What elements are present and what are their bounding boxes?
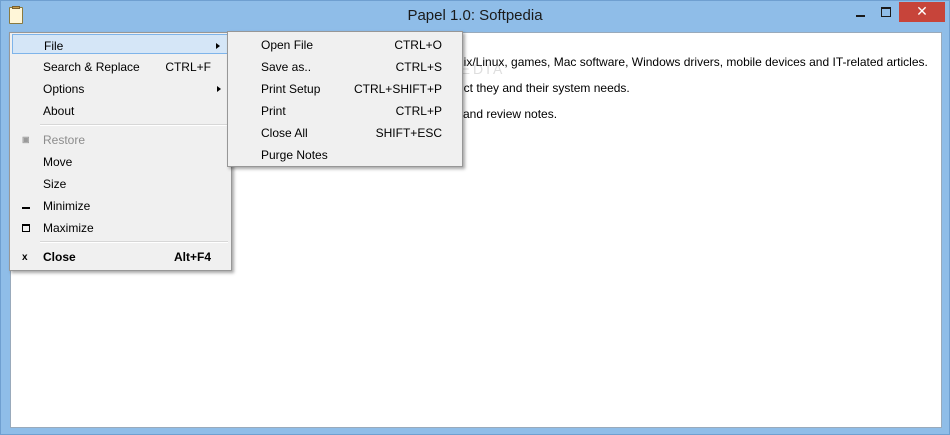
menu-separator bbox=[40, 124, 228, 126]
menu-item-label: Close bbox=[43, 250, 76, 264]
menu-item-maximize[interactable]: Maximize bbox=[12, 217, 229, 237]
menu-item-shortcut: CTRL+SHIFT+P bbox=[353, 82, 442, 96]
chevron-right-icon bbox=[217, 86, 221, 92]
menu-item-label: Search & Replace bbox=[43, 60, 140, 74]
menu-item-purge-notes[interactable]: Purge Notes bbox=[230, 143, 460, 165]
maximize-icon bbox=[22, 224, 30, 232]
menu-item-print-setup[interactable]: Print Setup CTRL+SHIFT+P bbox=[230, 77, 460, 99]
window-title: Papel 1.0: Softpedia bbox=[407, 7, 543, 24]
menu-item-label: Save as.. bbox=[261, 60, 312, 74]
menu-item-open-file[interactable]: Open File CTRL+O bbox=[230, 33, 460, 55]
menu-separator bbox=[40, 241, 228, 243]
menu-item-label: File bbox=[44, 39, 64, 53]
system-menu: File Search & Replace CTRL+F Options Abo… bbox=[9, 32, 232, 271]
file-submenu: Open File CTRL+O Save as.. CTRL+S Print … bbox=[227, 31, 463, 167]
menu-item-shortcut: CTRL+P bbox=[395, 104, 442, 118]
menu-item-move[interactable]: Move bbox=[12, 151, 229, 171]
text-line: nix/Linux, games, Mac software, Windows … bbox=[457, 55, 928, 69]
menu-item-label: About bbox=[43, 104, 75, 118]
menu-item-save-as[interactable]: Save as.. CTRL+S bbox=[230, 55, 460, 77]
menu-item-shortcut: SHIFT+ESC bbox=[375, 126, 442, 140]
chevron-right-icon bbox=[216, 43, 220, 49]
title-bar[interactable]: Papel 1.0: Softpedia ✕ bbox=[1, 1, 949, 31]
menu-item-label: Purge Notes bbox=[261, 148, 328, 162]
menu-item-search-replace[interactable]: Search & Replace CTRL+F bbox=[12, 56, 229, 76]
menu-item-label: Open File bbox=[261, 38, 314, 52]
close-icon: x bbox=[22, 252, 28, 263]
menu-item-label: Maximize bbox=[43, 221, 94, 235]
menu-item-restore[interactable]: ▣ Restore bbox=[12, 129, 229, 149]
menu-item-label: Size bbox=[43, 177, 67, 191]
menu-item-label: Print Setup bbox=[261, 82, 321, 96]
menu-item-minimize[interactable]: Minimize bbox=[12, 195, 229, 215]
menu-item-shortcut: CTRL+F bbox=[165, 60, 211, 74]
minimize-icon bbox=[22, 207, 30, 209]
menu-item-label: Print bbox=[261, 104, 286, 118]
menu-item-label: Minimize bbox=[43, 199, 91, 213]
menu-item-size[interactable]: Size bbox=[12, 173, 229, 193]
menu-item-shortcut: Alt+F4 bbox=[173, 250, 211, 264]
menu-item-close-all[interactable]: Close All SHIFT+ESC bbox=[230, 121, 460, 143]
menu-item-close[interactable]: x Close Alt+F4 bbox=[12, 246, 229, 266]
maximize-button[interactable] bbox=[873, 3, 899, 23]
close-icon: ✕ bbox=[916, 4, 928, 20]
menu-item-print[interactable]: Print CTRL+P bbox=[230, 99, 460, 121]
menu-item-label: Options bbox=[43, 82, 85, 96]
menu-item-file[interactable]: File bbox=[12, 34, 229, 54]
menu-item-shortcut: CTRL+S bbox=[395, 60, 442, 74]
menu-item-label: Close All bbox=[261, 126, 308, 140]
menu-item-label: Restore bbox=[43, 133, 86, 147]
close-button[interactable]: ✕ bbox=[899, 2, 945, 22]
minimize-button[interactable] bbox=[847, 3, 873, 23]
restore-icon: ▣ bbox=[22, 135, 30, 144]
menu-item-options[interactable]: Options bbox=[12, 78, 229, 98]
menu-item-about[interactable]: About bbox=[12, 100, 229, 120]
text-line: uct they and their system needs. bbox=[457, 81, 630, 95]
menu-item-label: Move bbox=[43, 155, 73, 169]
text-line: and review notes. bbox=[463, 107, 558, 121]
menu-item-shortcut: CTRL+O bbox=[394, 38, 442, 52]
